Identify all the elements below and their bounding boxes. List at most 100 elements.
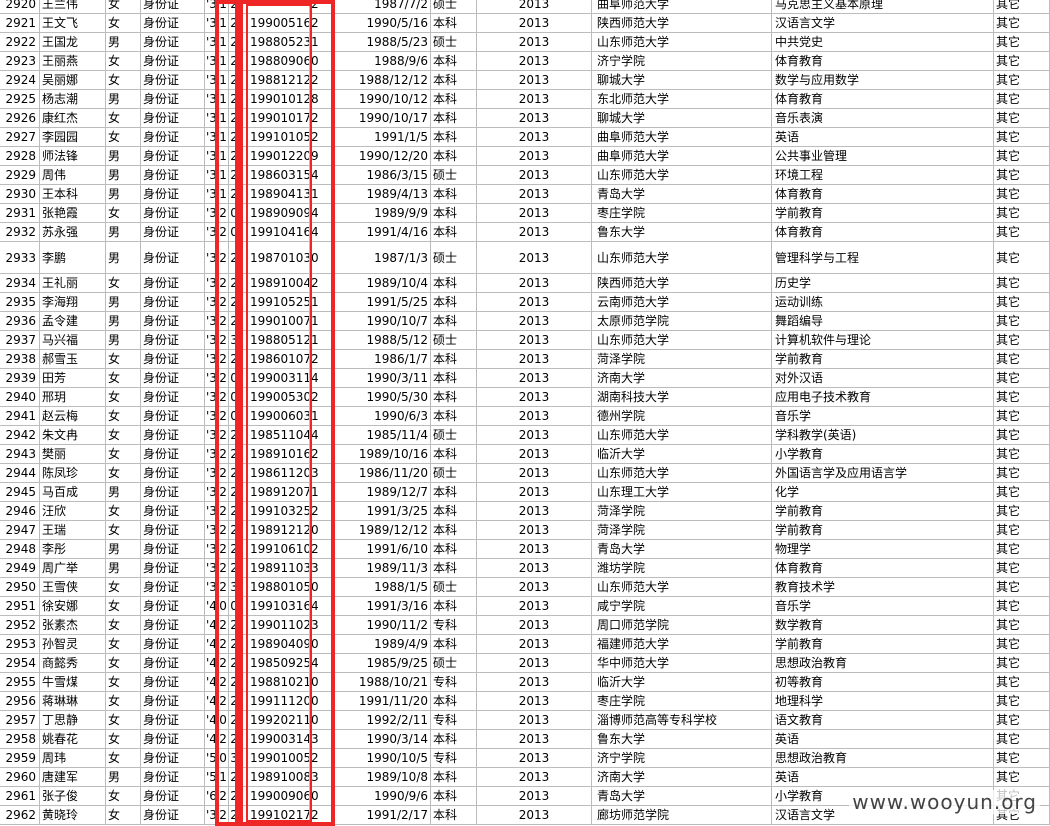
cell-id2[interactable]: 2 xyxy=(218,242,229,273)
cell-id-type[interactable]: 身份证 xyxy=(141,787,205,805)
cell-gender[interactable]: 女 xyxy=(106,616,141,634)
cell-id1[interactable]: '3 xyxy=(205,33,218,51)
cell-id1[interactable]: '3 xyxy=(205,0,218,13)
cell-birth-date[interactable]: 1991/2/17 xyxy=(334,806,431,824)
cell-year[interactable]: 2013 xyxy=(477,483,592,501)
cell-birth-code[interactable]: 19901017 xyxy=(240,109,310,127)
cell-id1[interactable]: '6 xyxy=(205,787,218,805)
cell-id1[interactable]: '3 xyxy=(205,128,218,146)
cell-id1[interactable]: '3 xyxy=(205,274,218,292)
cell-birth-code[interactable]: 19890413 xyxy=(240,185,310,203)
cell-category[interactable]: 其它 xyxy=(994,90,1050,108)
cell-id1[interactable]: '3 xyxy=(205,204,218,222)
cell-category[interactable]: 其它 xyxy=(994,242,1050,273)
cell-id-tail[interactable]: 1 xyxy=(310,33,334,51)
cell-degree[interactable]: 本科 xyxy=(431,147,477,165)
cell-id2[interactable]: 2 xyxy=(218,388,229,406)
cell-birth-code[interactable]: 19910316 xyxy=(240,597,310,615)
cell-school[interactable]: 陕西师范大学 xyxy=(592,14,772,32)
cell-id3[interactable]: 2 xyxy=(229,787,240,805)
cell-id-type[interactable]: 身份证 xyxy=(141,331,205,349)
cell-id-tail[interactable]: 2 xyxy=(310,0,334,13)
cell-id3[interactable]: 2 xyxy=(229,242,240,273)
cell-id2[interactable]: 2 xyxy=(218,673,229,691)
cell-no[interactable]: 2957 xyxy=(0,711,40,729)
cell-birth-code[interactable]: 19880523 xyxy=(240,33,310,51)
cell-birth-code[interactable]: 19900311 xyxy=(240,369,310,387)
cell-gender[interactable]: 女 xyxy=(106,445,141,463)
cell-degree[interactable]: 专科 xyxy=(431,673,477,691)
cell-id-type[interactable]: 身份证 xyxy=(141,597,205,615)
cell-id-type[interactable]: 身份证 xyxy=(141,464,205,482)
cell-birth-code[interactable]: 19910325 xyxy=(240,502,310,520)
cell-id3[interactable]: 2 xyxy=(229,673,240,691)
cell-year[interactable]: 2013 xyxy=(477,578,592,596)
cell-birth-code[interactable]: 19890909 xyxy=(240,204,310,222)
cell-id3[interactable]: 2 xyxy=(229,654,240,672)
cell-id2[interactable]: 0 xyxy=(218,597,229,615)
cell-no[interactable]: 2959 xyxy=(0,749,40,767)
cell-school[interactable]: 曲阜师范大学 xyxy=(592,147,772,165)
cell-id2[interactable]: 1 xyxy=(218,33,229,51)
cell-degree[interactable]: 本科 xyxy=(431,806,477,824)
cell-no[interactable]: 2947 xyxy=(0,521,40,539)
cell-id3[interactable]: 2 xyxy=(229,540,240,558)
cell-birth-code[interactable]: 19891008 xyxy=(240,768,310,786)
cell-major[interactable]: 体育教育 xyxy=(772,90,994,108)
cell-gender[interactable]: 男 xyxy=(106,90,141,108)
cell-id2[interactable]: 1 xyxy=(218,768,229,786)
cell-category[interactable]: 其它 xyxy=(994,540,1050,558)
cell-name[interactable]: 牛雪煤 xyxy=(40,673,106,691)
cell-id2[interactable]: 2 xyxy=(218,312,229,330)
cell-school[interactable]: 济宁学院 xyxy=(592,52,772,70)
cell-name[interactable]: 王国龙 xyxy=(40,33,106,51)
cell-name[interactable]: 王雪侠 xyxy=(40,578,106,596)
cell-year[interactable]: 2013 xyxy=(477,0,592,13)
cell-id-type[interactable]: 身份证 xyxy=(141,407,205,425)
cell-gender[interactable]: 男 xyxy=(106,242,141,273)
cell-id3[interactable]: 2 xyxy=(229,90,240,108)
cell-major[interactable]: 中共党史 xyxy=(772,33,994,51)
cell-major[interactable]: 英语 xyxy=(772,128,994,146)
cell-id3[interactable]: 2 xyxy=(229,806,240,824)
cell-birth-date[interactable]: 1990/5/16 xyxy=(334,14,431,32)
cell-birth-date[interactable]: 1990/10/5 xyxy=(334,749,431,767)
cell-birth-code[interactable]: 19900314 xyxy=(240,730,310,748)
cell-school[interactable]: 鲁东大学 xyxy=(592,223,772,241)
cell-gender[interactable]: 男 xyxy=(106,185,141,203)
cell-name[interactable]: 商懿秀 xyxy=(40,654,106,672)
cell-gender[interactable]: 女 xyxy=(106,597,141,615)
cell-no[interactable]: 2954 xyxy=(0,654,40,672)
cell-school[interactable]: 福建师范大学 xyxy=(592,635,772,653)
cell-id1[interactable]: '3 xyxy=(205,806,218,824)
cell-no[interactable]: 2958 xyxy=(0,730,40,748)
cell-id1[interactable]: '3 xyxy=(205,388,218,406)
cell-major[interactable]: 学前教育 xyxy=(772,635,994,653)
cell-id2[interactable]: 1 xyxy=(218,14,229,32)
cell-category[interactable]: 其它 xyxy=(994,692,1050,710)
cell-school[interactable]: 青岛大学 xyxy=(592,185,772,203)
cell-birth-date[interactable]: 1989/12/12 xyxy=(334,521,431,539)
cell-birth-date[interactable]: 1989/10/16 xyxy=(334,445,431,463)
cell-id1[interactable]: '3 xyxy=(205,242,218,273)
cell-category[interactable]: 其它 xyxy=(994,597,1050,615)
cell-id3[interactable]: 2 xyxy=(229,483,240,501)
cell-year[interactable]: 2013 xyxy=(477,616,592,634)
cell-year[interactable]: 2013 xyxy=(477,559,592,577)
cell-year[interactable]: 2013 xyxy=(477,204,592,222)
cell-category[interactable]: 其它 xyxy=(994,0,1050,13)
cell-year[interactable]: 2013 xyxy=(477,502,592,520)
cell-birth-date[interactable]: 1989/10/8 xyxy=(334,768,431,786)
cell-id3[interactable]: 2 xyxy=(229,559,240,577)
cell-major[interactable]: 运动训练 xyxy=(772,293,994,311)
cell-name[interactable]: 孙智灵 xyxy=(40,635,106,653)
cell-school[interactable]: 枣庄学院 xyxy=(592,204,772,222)
cell-id-tail[interactable]: 0 xyxy=(310,521,334,539)
cell-no[interactable]: 2929 xyxy=(0,166,40,184)
cell-id2[interactable]: 2 xyxy=(218,483,229,501)
cell-name[interactable]: 王文飞 xyxy=(40,14,106,32)
cell-name[interactable]: 王瑞 xyxy=(40,521,106,539)
cell-year[interactable]: 2013 xyxy=(477,223,592,241)
cell-id-type[interactable]: 身份证 xyxy=(141,426,205,444)
cell-name[interactable]: 张子俊 xyxy=(40,787,106,805)
